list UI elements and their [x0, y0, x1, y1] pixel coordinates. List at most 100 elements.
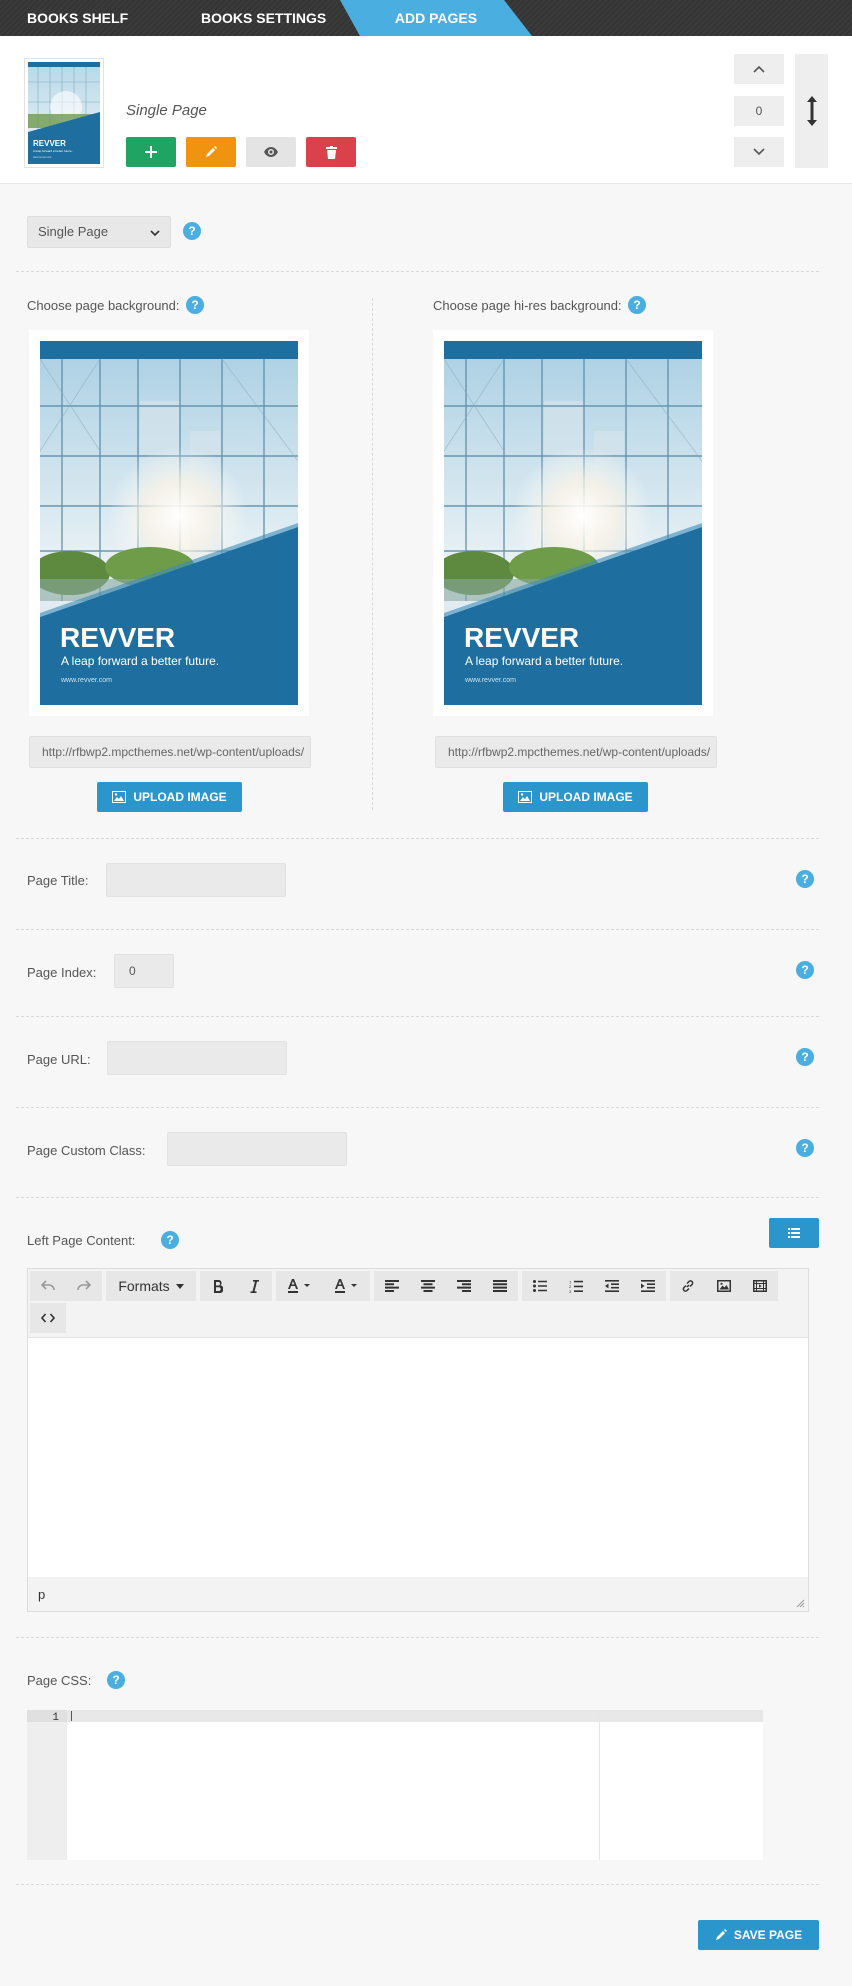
thumb-brand: REVVER — [33, 139, 66, 148]
redo-button[interactable] — [66, 1271, 102, 1301]
tab-add-pages[interactable]: ADD PAGES — [360, 0, 512, 36]
link-icon — [682, 1280, 694, 1292]
poster-brand: REVVER — [60, 622, 175, 653]
align-center-icon — [421, 1280, 435, 1292]
hires-background-help-icon[interactable]: ? — [628, 296, 646, 314]
code-icon — [41, 1313, 55, 1323]
italic-button[interactable] — [236, 1271, 272, 1301]
thumb-tagline: A leap forward a better future. — [33, 149, 73, 153]
toolbar-history-group — [30, 1271, 102, 1301]
divider — [16, 1197, 819, 1198]
page-index-input[interactable]: 0 — [114, 954, 174, 988]
trash-icon — [325, 145, 337, 159]
drag-handle[interactable] — [795, 54, 828, 168]
poster-site: www.revver.com — [60, 677, 112, 684]
formats-dropdown[interactable]: Formats — [106, 1271, 196, 1301]
chevron-down-icon — [753, 148, 765, 156]
caret-down-icon — [150, 217, 160, 247]
divider — [16, 1884, 819, 1885]
list-icon — [788, 1228, 800, 1238]
bullet-list-button[interactable] — [522, 1271, 558, 1301]
insert-image-button[interactable] — [706, 1271, 742, 1301]
upload-background-button[interactable]: UPLOAD IMAGE — [97, 782, 242, 812]
move-down-button[interactable] — [734, 137, 784, 167]
outdent-button[interactable] — [594, 1271, 630, 1301]
background-color-button[interactable] — [323, 1271, 370, 1301]
video-icon — [753, 1280, 767, 1292]
page-index-help-icon[interactable]: ? — [796, 961, 814, 979]
page-custom-class-input[interactable] — [167, 1132, 347, 1166]
css-code-editor[interactable]: 1 — [27, 1710, 763, 1860]
upload-hires-background-button[interactable]: UPLOAD IMAGE — [503, 782, 648, 812]
top-tab-bar: BOOKS SHELF BOOKS SETTINGS ADD PAGES — [0, 0, 852, 36]
align-right-button[interactable] — [446, 1271, 482, 1301]
undo-button[interactable] — [30, 1271, 66, 1301]
indent-button[interactable] — [630, 1271, 666, 1301]
page-type-help-icon[interactable]: ? — [183, 222, 201, 240]
chevron-up-icon — [753, 65, 765, 73]
page-css-help-icon[interactable]: ? — [107, 1671, 125, 1689]
column-divider — [372, 298, 373, 810]
bullet-list-icon — [533, 1280, 547, 1292]
align-left-icon — [385, 1280, 399, 1292]
divider — [16, 1107, 819, 1108]
edit-page-button[interactable] — [186, 137, 236, 167]
align-center-button[interactable] — [410, 1271, 446, 1301]
page-background-label: Choose page background: — [27, 298, 180, 313]
numbered-list-icon: 123 — [569, 1280, 583, 1293]
page-type-select[interactable]: Single Page — [27, 216, 171, 248]
line-number: 1 — [52, 1712, 59, 1724]
page-title-input[interactable] — [106, 863, 286, 897]
page-url-input[interactable] — [107, 1041, 287, 1075]
divider — [16, 1637, 819, 1638]
page-background-help-icon[interactable]: ? — [186, 296, 204, 314]
numbered-list-button[interactable]: 123 — [558, 1271, 594, 1301]
align-justify-button[interactable] — [482, 1271, 518, 1301]
editor-element-path[interactable]: p — [38, 1587, 45, 1602]
page-url-help-icon[interactable]: ? — [796, 1048, 814, 1066]
divider — [16, 838, 819, 839]
poster-image-hires: REVVER A leap forward a better future. w… — [444, 341, 702, 705]
text-cursor — [71, 1711, 72, 1721]
poster-site-hires: www.revver.com — [464, 677, 516, 684]
text-color-button[interactable] — [276, 1271, 323, 1301]
page-index-label: Page Index: — [27, 965, 97, 980]
resize-handle-icon[interactable] — [796, 1599, 805, 1608]
align-right-icon — [457, 1280, 471, 1292]
toggle-editor-mode-button[interactable] — [769, 1218, 819, 1248]
page-title-help-icon[interactable]: ? — [796, 870, 814, 888]
indent-icon — [641, 1280, 655, 1292]
bold-icon — [214, 1279, 223, 1293]
preview-page-button[interactable] — [246, 137, 296, 167]
thumbnail-image: REVVER A leap forward a better future. w… — [28, 62, 100, 164]
add-page-button[interactable] — [126, 137, 176, 167]
toolbar-style-group — [200, 1271, 272, 1301]
tab-books-shelf[interactable]: BOOKS SHELF — [27, 0, 128, 36]
left-page-content-help-icon[interactable]: ? — [161, 1231, 179, 1249]
editor-content-area[interactable] — [28, 1337, 808, 1577]
page-custom-class-help-icon[interactable]: ? — [796, 1139, 814, 1157]
poster-tagline-hires: A leap forward a better future. — [465, 654, 623, 668]
align-left-button[interactable] — [374, 1271, 410, 1301]
eye-icon — [264, 147, 278, 157]
page-thumbnail[interactable]: REVVER A leap forward a better future. w… — [24, 58, 104, 168]
thumb-site: www.revver.com — [33, 156, 51, 159]
divider — [16, 271, 819, 272]
move-up-button[interactable] — [734, 54, 784, 84]
divider — [16, 929, 819, 930]
save-page-button[interactable]: SAVE PAGE — [698, 1920, 819, 1950]
source-code-button[interactable] — [30, 1303, 66, 1333]
tab-books-settings[interactable]: BOOKS SETTINGS — [201, 0, 326, 36]
page-name: Single Page — [126, 102, 207, 119]
hires-background-url-field[interactable]: http://rfbwp2.mpcthemes.net/wp-content/u… — [435, 736, 717, 768]
toolbar-align-group — [374, 1271, 518, 1301]
bold-button[interactable] — [200, 1271, 236, 1301]
page-background-url-field[interactable]: http://rfbwp2.mpcthemes.net/wp-content/u… — [29, 736, 311, 768]
image-icon — [112, 791, 127, 803]
insert-link-button[interactable] — [670, 1271, 706, 1301]
toolbar-code-group — [30, 1303, 66, 1333]
delete-page-button[interactable] — [306, 137, 356, 167]
toolbar-list-group: 123 — [522, 1271, 666, 1301]
formats-label: Formats — [118, 1278, 170, 1294]
insert-media-button[interactable] — [742, 1271, 778, 1301]
